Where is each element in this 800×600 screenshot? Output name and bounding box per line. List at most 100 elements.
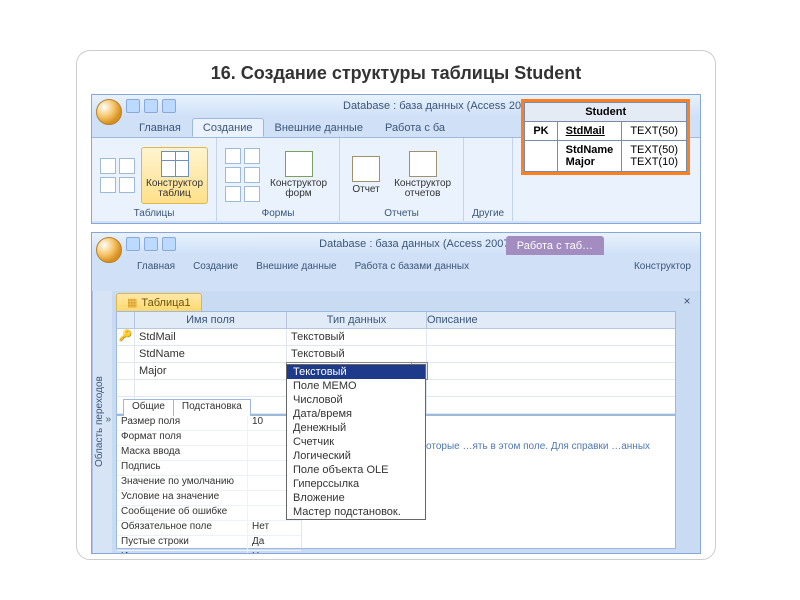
field-name-cell[interactable]: Major xyxy=(135,363,287,379)
table-design-large-icon xyxy=(161,151,189,177)
nav-pane-collapsed[interactable]: Область переходов » xyxy=(92,291,112,553)
tab-external-data-2[interactable]: Внешние данные xyxy=(247,258,345,275)
field-type-cell[interactable]: Текстовый xyxy=(287,329,427,345)
prop-name: Маска ввода xyxy=(117,446,247,460)
dropdown-option[interactable]: Денежный xyxy=(287,421,425,435)
ribbon-group-forms: Конструктор форм Формы xyxy=(217,138,340,221)
qat-redo-icon-2[interactable] xyxy=(162,237,176,251)
prop-name: Обязательное поле xyxy=(117,521,247,535)
prop-row[interactable]: Маска ввода xyxy=(117,446,301,461)
group-label-forms: Формы xyxy=(262,208,295,221)
prop-value[interactable]: Да xyxy=(247,536,301,550)
report-design-button[interactable]: Конструктор отчетов xyxy=(390,148,455,203)
report-button[interactable]: Отчет xyxy=(348,153,384,198)
ribbon-group-other: Другие xyxy=(464,138,513,221)
tab-database-tools[interactable]: Работа с ба xyxy=(374,118,456,137)
group-label-tables: Таблицы xyxy=(134,208,175,221)
overlay-row2-types: TEXT(50) TEXT(10) xyxy=(622,141,687,172)
tab-database-tools-2[interactable]: Работа с базами данных xyxy=(346,258,479,275)
dropdown-option[interactable]: Счетчик xyxy=(287,435,425,449)
chevron-right-icon: » xyxy=(105,415,111,426)
prop-row[interactable]: Значение по умолчанию xyxy=(117,476,301,491)
prop-list: Размер поля10Формат поляМаска вводаПодпи… xyxy=(117,416,302,548)
overlay-row2-fields: StdName Major xyxy=(557,141,622,172)
overlay-pk-field: StdMail xyxy=(566,125,605,137)
multi-items-icon[interactable] xyxy=(225,167,241,183)
qat-undo-icon[interactable] xyxy=(144,99,158,113)
report-label: Отчет xyxy=(352,184,379,195)
object-tab-close[interactable]: × xyxy=(680,295,694,309)
tab-external-data[interactable]: Внешние данные xyxy=(264,118,374,137)
contextual-tab-table-tools[interactable]: Работа с таб… xyxy=(506,236,604,255)
prop-row[interactable]: Условие на значение xyxy=(117,491,301,506)
prop-row[interactable]: Размер поля10 xyxy=(117,416,301,431)
ribbon-tabs-2: Главная Создание Внешние данные Работа с… xyxy=(92,255,700,275)
student-schema-overlay: Student PK StdMail TEXT(50) StdName Majo… xyxy=(521,99,690,175)
pk-cell xyxy=(117,363,135,379)
field-type-cell[interactable]: Текстовый xyxy=(287,346,427,362)
access-design-view-screenshot: _ □ × Database : база данных (Access 200… xyxy=(91,232,701,554)
field-name-cell[interactable]: StdName xyxy=(135,346,287,362)
access-ribbon-screenshot: Database : база данных (Access 2007) Гла… xyxy=(91,94,701,224)
dropdown-option[interactable]: Дата/время xyxy=(287,407,425,421)
prop-row[interactable]: Обязательное полеНет xyxy=(117,521,301,536)
tab-design[interactable]: Конструктор xyxy=(625,258,700,275)
dropdown-option[interactable]: Поле объекта OLE xyxy=(287,463,425,477)
sharepoint-lists-icon[interactable] xyxy=(100,177,116,193)
prop-row[interactable]: Пустые строкиДа xyxy=(117,536,301,551)
overlay-row2-pk xyxy=(525,141,557,172)
prop-value[interactable]: Нет xyxy=(247,551,301,554)
prop-name: Пустые строки xyxy=(117,536,247,550)
prop-row[interactable]: Сообщение об ошибке xyxy=(117,506,301,521)
field-name-cell[interactable]: StdMail xyxy=(135,329,287,345)
form-icon[interactable] xyxy=(225,148,241,164)
dropdown-option[interactable]: Текстовый xyxy=(287,365,425,379)
overlay-pk-type: TEXT(50) xyxy=(622,122,687,141)
pk-cell xyxy=(117,346,135,362)
dropdown-option[interactable]: Гиперссылка xyxy=(287,477,425,491)
table-templates-icon[interactable] xyxy=(119,158,135,174)
pivot-chart-icon[interactable] xyxy=(244,167,260,183)
prop-tab-lookup[interactable]: Подстановка xyxy=(173,399,251,416)
qat-redo-icon[interactable] xyxy=(162,99,176,113)
table-design-button[interactable]: Конструктор таблиц xyxy=(141,147,208,204)
table-design-icon[interactable] xyxy=(119,177,135,193)
qat-save-icon-2[interactable] xyxy=(126,237,140,251)
field-row[interactable]: StdName Текстовый xyxy=(117,346,675,363)
dropdown-option[interactable]: Логический xyxy=(287,449,425,463)
report-design-large-icon xyxy=(409,151,437,177)
object-tab-table1[interactable]: ▦ Таблица1 xyxy=(116,293,202,311)
dropdown-option[interactable]: Поле MEMO xyxy=(287,379,425,393)
office-button[interactable] xyxy=(96,99,122,125)
design-main: ▦ Таблица1 × Имя поля Тип данных Описани… xyxy=(112,291,700,553)
tab-create[interactable]: Создание xyxy=(192,118,264,137)
pk-key-icon: 🔑 xyxy=(117,329,135,345)
slide-frame: 16. Создание структуры таблицы Student D… xyxy=(76,50,716,560)
dropdown-option[interactable]: Вложение xyxy=(287,491,425,505)
field-row[interactable]: 🔑 StdMail Текстовый xyxy=(117,329,675,346)
prop-name: Формат поля xyxy=(117,431,247,445)
blank-form-icon[interactable] xyxy=(225,186,241,202)
qat-save-icon[interactable] xyxy=(126,99,140,113)
table-icon[interactable] xyxy=(100,158,116,174)
prop-name: Условие на значение xyxy=(117,491,247,505)
prop-row[interactable]: Подпись xyxy=(117,461,301,476)
dropdown-option[interactable]: Числовой xyxy=(287,393,425,407)
col-name-header: Имя поля xyxy=(135,312,287,328)
form-design-large-icon xyxy=(285,151,313,177)
split-form-icon[interactable] xyxy=(244,148,260,164)
overlay-title: Student xyxy=(525,103,687,122)
form-design-button[interactable]: Конструктор форм xyxy=(266,148,331,203)
dropdown-option[interactable]: Мастер подстановок. xyxy=(287,505,425,519)
tab-home[interactable]: Главная xyxy=(128,118,192,137)
tab-create-2[interactable]: Создание xyxy=(184,258,247,275)
more-forms-icon[interactable] xyxy=(244,186,260,202)
tab-home-2[interactable]: Главная xyxy=(128,258,184,275)
prop-row[interactable]: Формат поля xyxy=(117,431,301,446)
pk-col-header xyxy=(117,312,135,328)
qat-undo-icon-2[interactable] xyxy=(144,237,158,251)
prop-tab-general[interactable]: Общие xyxy=(123,399,173,416)
office-button-2[interactable] xyxy=(96,237,122,263)
prop-value[interactable]: Нет xyxy=(247,521,301,535)
prop-row[interactable]: Индексированное полеНет xyxy=(117,551,301,554)
